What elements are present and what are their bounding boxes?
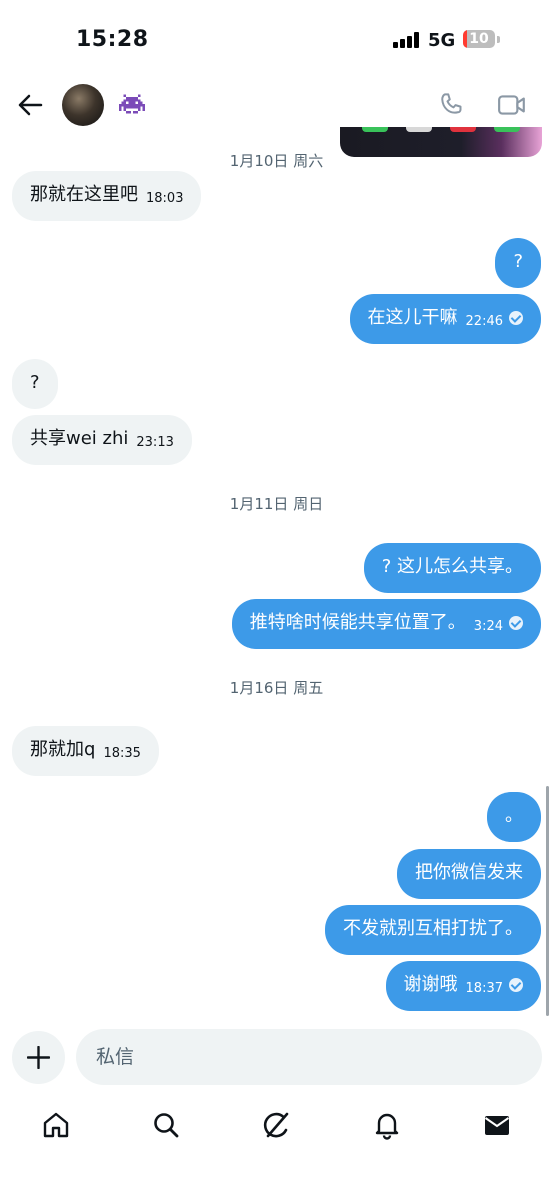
date-separator: 1月11日 周日 <box>0 492 553 516</box>
read-check-icon <box>509 978 523 992</box>
message-bubble-outgoing[interactable]: 在这儿干嘛 22:46 <box>349 294 541 344</box>
message-text: 谢谢哦 <box>403 974 458 995</box>
message-bubble-incoming[interactable]: 那就在这里吧 18:03 <box>12 171 202 221</box>
message-text: 不发就别互相打扰了。 <box>343 918 523 939</box>
add-media-button[interactable] <box>12 1031 65 1084</box>
message-time: 3:24 <box>473 619 503 634</box>
back-arrow-icon[interactable] <box>16 91 44 119</box>
search-icon[interactable] <box>151 1110 181 1140</box>
network-label: 5G <box>428 30 456 51</box>
scrollbar[interactable] <box>546 786 549 1016</box>
home-icon[interactable] <box>41 1110 71 1140</box>
notifications-icon[interactable] <box>372 1110 402 1140</box>
message-time: 18:37 <box>465 981 503 996</box>
message-text: ? <box>30 372 40 393</box>
message-bubble-outgoing[interactable]: 不发就别互相打扰了。 <box>325 905 541 955</box>
date-separator: 1月16日 周五 <box>0 676 553 700</box>
message-bubble-incoming[interactable]: ? <box>12 359 58 409</box>
plus-icon <box>27 1046 50 1069</box>
message-bubble-outgoing[interactable]: 。 <box>487 792 541 842</box>
message-text: 那就加q <box>30 739 96 760</box>
grok-icon[interactable] <box>262 1110 292 1140</box>
messages-icon[interactable] <box>482 1110 512 1140</box>
message-bubble-incoming[interactable]: 那就加q 18:35 <box>12 726 159 776</box>
message-time: 18:03 <box>146 191 184 206</box>
message-bubble-outgoing[interactable]: 推特啥时候能共享位置了。 3:24 <box>231 599 541 649</box>
message-text: 把你微信发来 <box>415 862 523 883</box>
battery-nub <box>497 36 500 43</box>
message-bubble-outgoing[interactable]: 把你微信发来 <box>397 849 541 899</box>
message-time: 23:13 <box>136 435 174 450</box>
message-text: 在这儿干嘛 <box>367 307 458 328</box>
date-separator: 1月10日 周六 <box>0 149 553 173</box>
message-bubble-outgoing[interactable]: 谢谢哦 18:37 <box>385 961 541 1011</box>
message-text: 。 <box>505 805 523 826</box>
battery-icon: 10 <box>463 30 495 48</box>
read-check-icon <box>509 616 523 630</box>
message-text: ? 这儿怎么共享。 <box>381 556 523 577</box>
message-input[interactable]: 私信 <box>76 1029 542 1085</box>
message-text: 推特啥时候能共享位置了。 <box>249 612 466 633</box>
alien-monster-icon <box>119 94 145 114</box>
read-check-icon <box>509 311 523 325</box>
message-text: ? <box>513 251 523 272</box>
phone-icon[interactable] <box>437 90 467 120</box>
video-icon[interactable] <box>497 92 527 118</box>
avatar[interactable] <box>62 84 104 126</box>
message-bubble-outgoing[interactable]: ? <box>495 238 541 288</box>
message-text: 那就在这里吧 <box>30 184 138 205</box>
message-bubble-incoming[interactable]: 共享wei zhi 23:13 <box>12 415 192 465</box>
status-time: 15:28 <box>76 27 149 52</box>
battery-level: 10 <box>469 31 489 47</box>
message-time: 18:35 <box>103 746 141 761</box>
message-bubble-outgoing[interactable]: ? 这儿怎么共享。 <box>363 543 541 593</box>
message-input-placeholder: 私信 <box>96 1046 135 1068</box>
signal-icon <box>393 32 421 48</box>
message-time: 22:46 <box>465 314 503 329</box>
message-text: 共享wei zhi <box>30 428 129 449</box>
